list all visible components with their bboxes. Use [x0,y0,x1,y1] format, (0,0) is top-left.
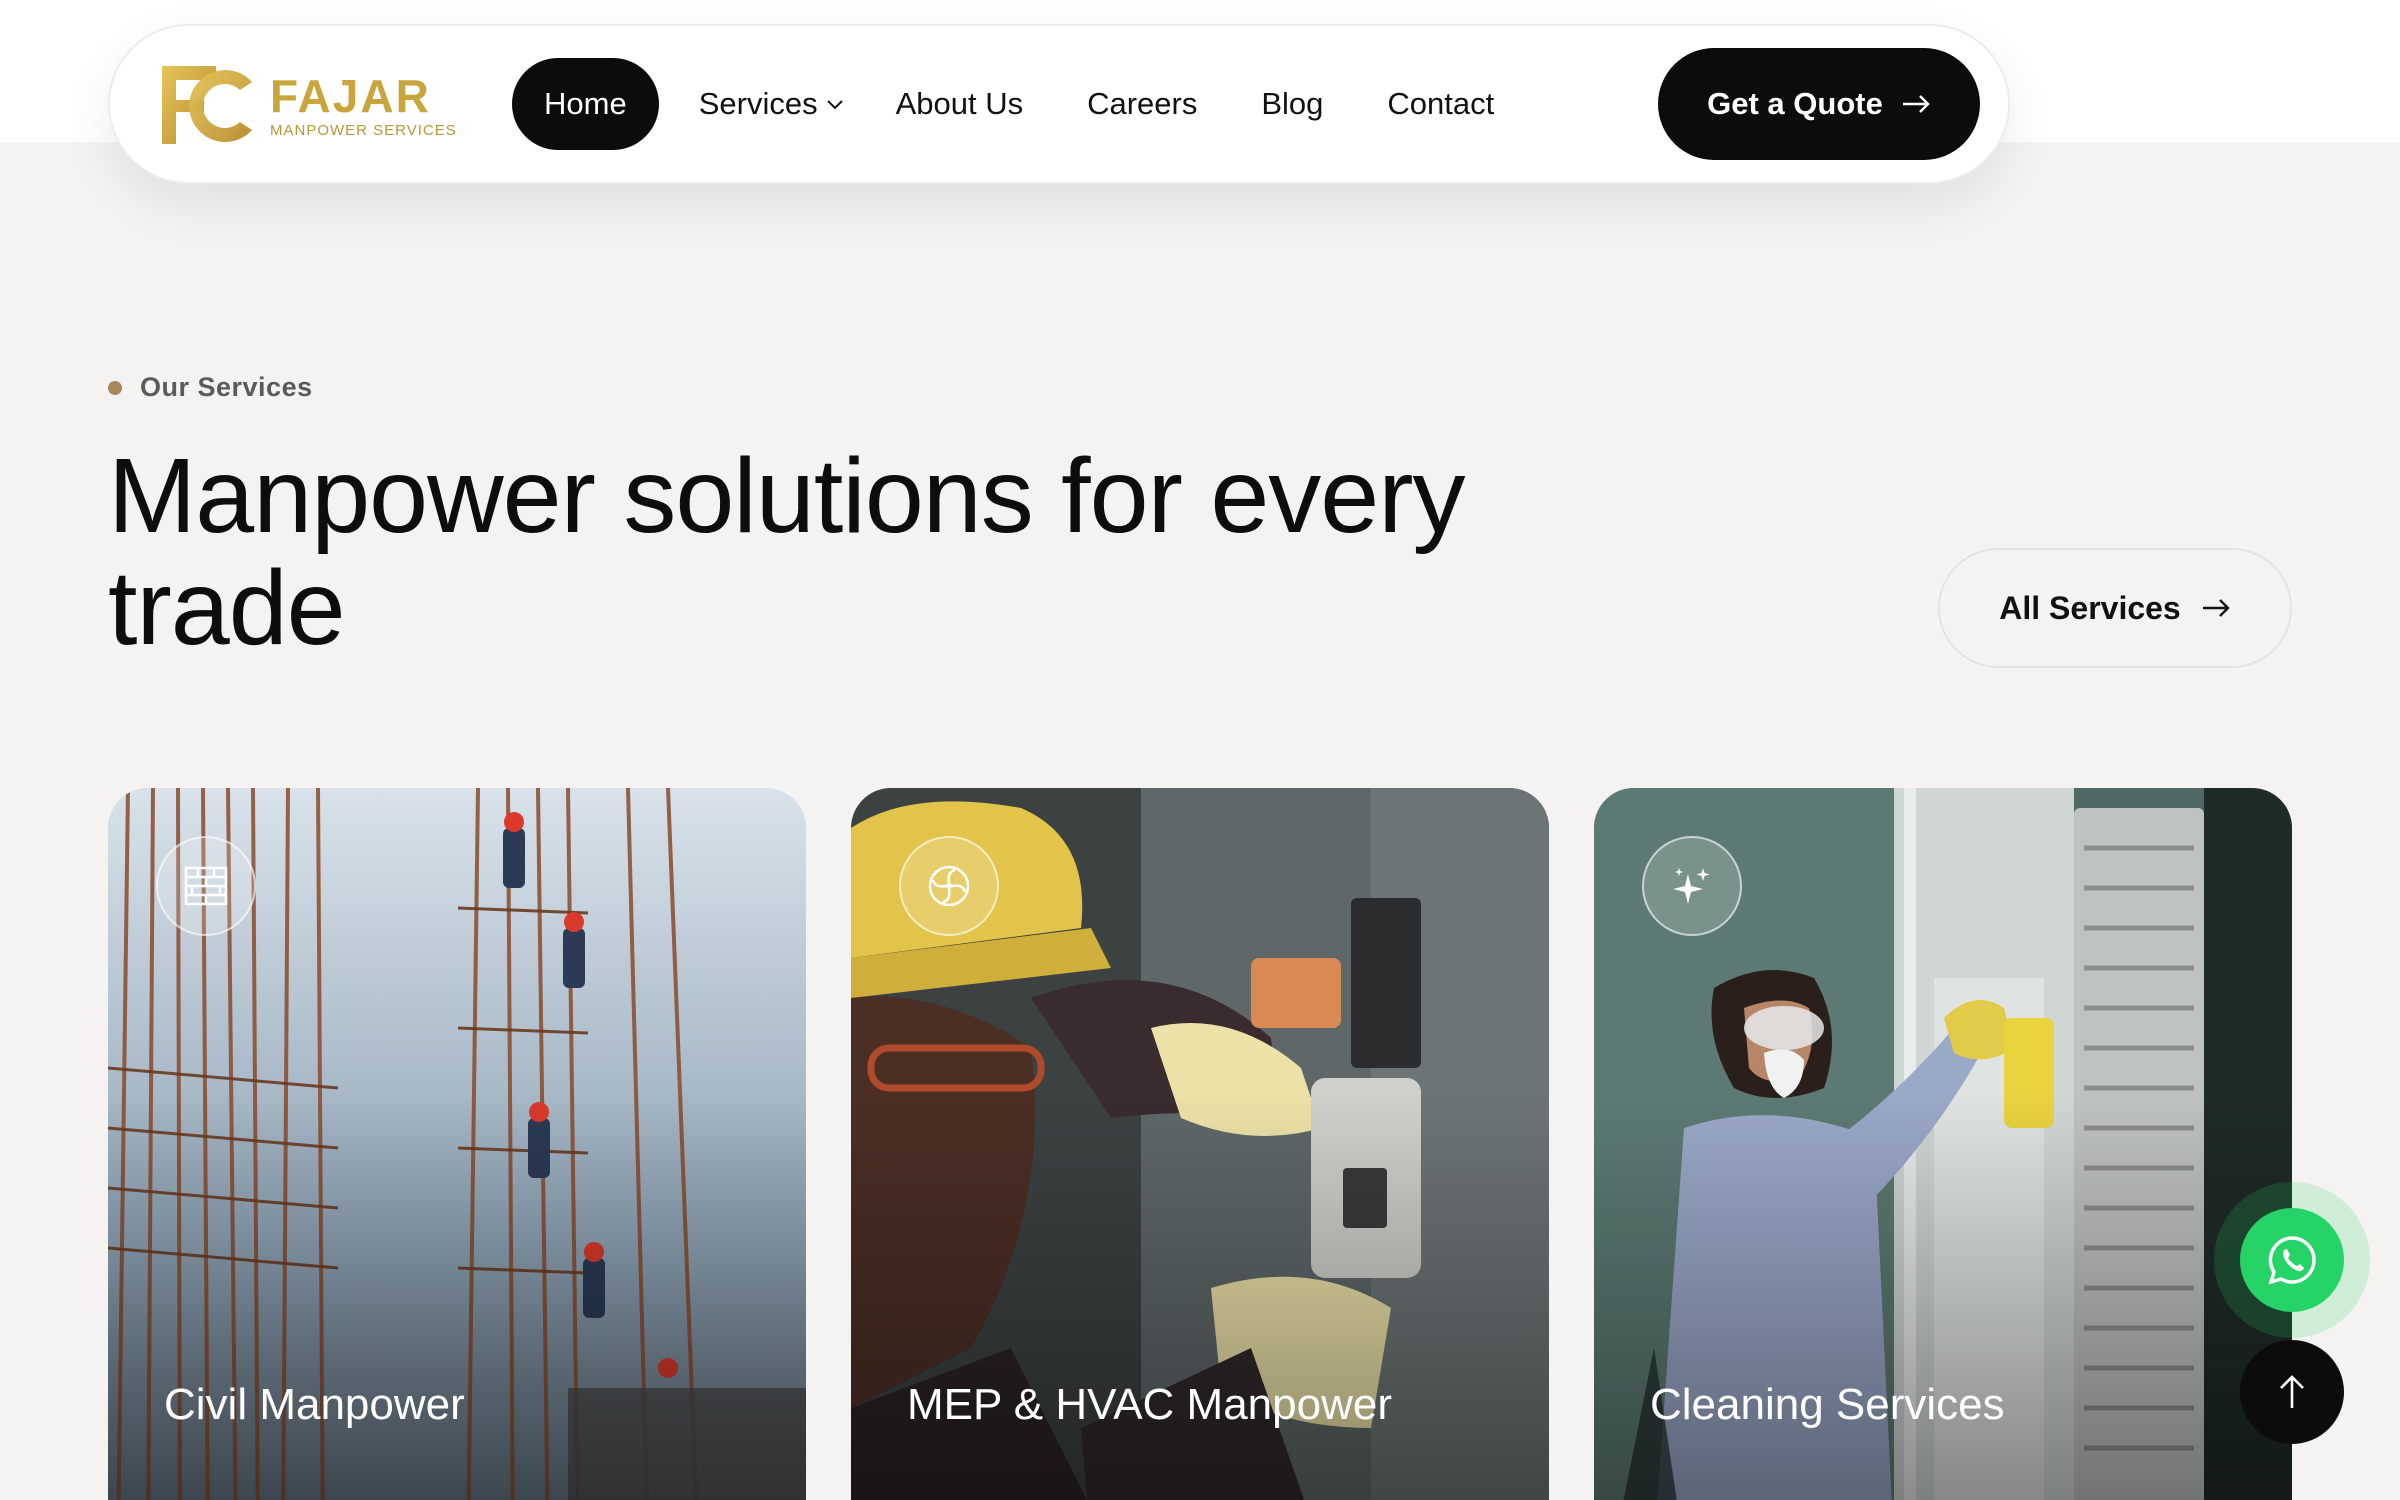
section-heading: Manpower solutions for every trade [108,437,1466,667]
card-title-cleaning: Cleaning Services [1650,1380,2005,1429]
logo-mark-icon [162,66,252,144]
fan-icon [928,865,970,907]
nav-contact-label: Contact [1387,86,1495,121]
nav-careers[interactable]: Careers [1055,58,1229,150]
arrow-right-icon [2202,599,2230,617]
eyebrow-dot [108,380,122,395]
section-eyebrow: Our Services [108,372,313,403]
whatsapp-icon [2268,1236,2316,1285]
nav-about[interactable]: About Us [864,58,1056,150]
nav-careers-label: Careers [1087,86,1198,121]
nav-about-label: About Us [895,86,1024,121]
nav-contact[interactable]: Contact [1355,58,1526,150]
card-title-civil: Civil Manpower [164,1380,465,1429]
arrow-up-icon [2280,1375,2304,1408]
scroll-to-top-button[interactable] [2240,1340,2344,1444]
nav-blog-label: Blog [1261,86,1324,121]
nav-home-label: Home [544,86,627,121]
brand-logo[interactable]: FAJAR MANPOWER SERVICES [156,60,457,150]
nav-services-label: Services [698,86,818,121]
all-services-button[interactable]: All Services [1938,548,2292,668]
brand-name: FAJAR [270,69,431,122]
eyebrow-label: Our Services [140,372,313,402]
whatsapp-button[interactable] [2240,1208,2344,1312]
nav-blog[interactable]: Blog [1229,58,1355,150]
card-icon-badge [899,836,999,936]
navbar: FAJAR MANPOWER SERVICES Home Services Ab… [108,24,2010,184]
arrow-right-icon [1902,95,1930,113]
chevron-down-icon [826,100,843,110]
all-services-label: All Services [1999,589,2181,626]
brick-wall-icon [184,866,228,906]
sparkles-icon [1673,868,1710,904]
main-menu: Home Services About Us Careers Blog Cont… [512,58,1526,150]
get-quote-label: Get a Quote [1707,86,1883,121]
card-icon-badge [156,836,256,936]
brand-tagline: MANPOWER SERVICES [270,121,457,139]
nav-home[interactable]: Home [512,58,659,150]
get-quote-button[interactable]: Get a Quote [1658,48,1980,160]
card-icon-badge [1642,836,1742,936]
card-title-mep-hvac: MEP & HVAC Manpower [907,1380,1392,1429]
nav-services[interactable]: Services [667,58,864,150]
